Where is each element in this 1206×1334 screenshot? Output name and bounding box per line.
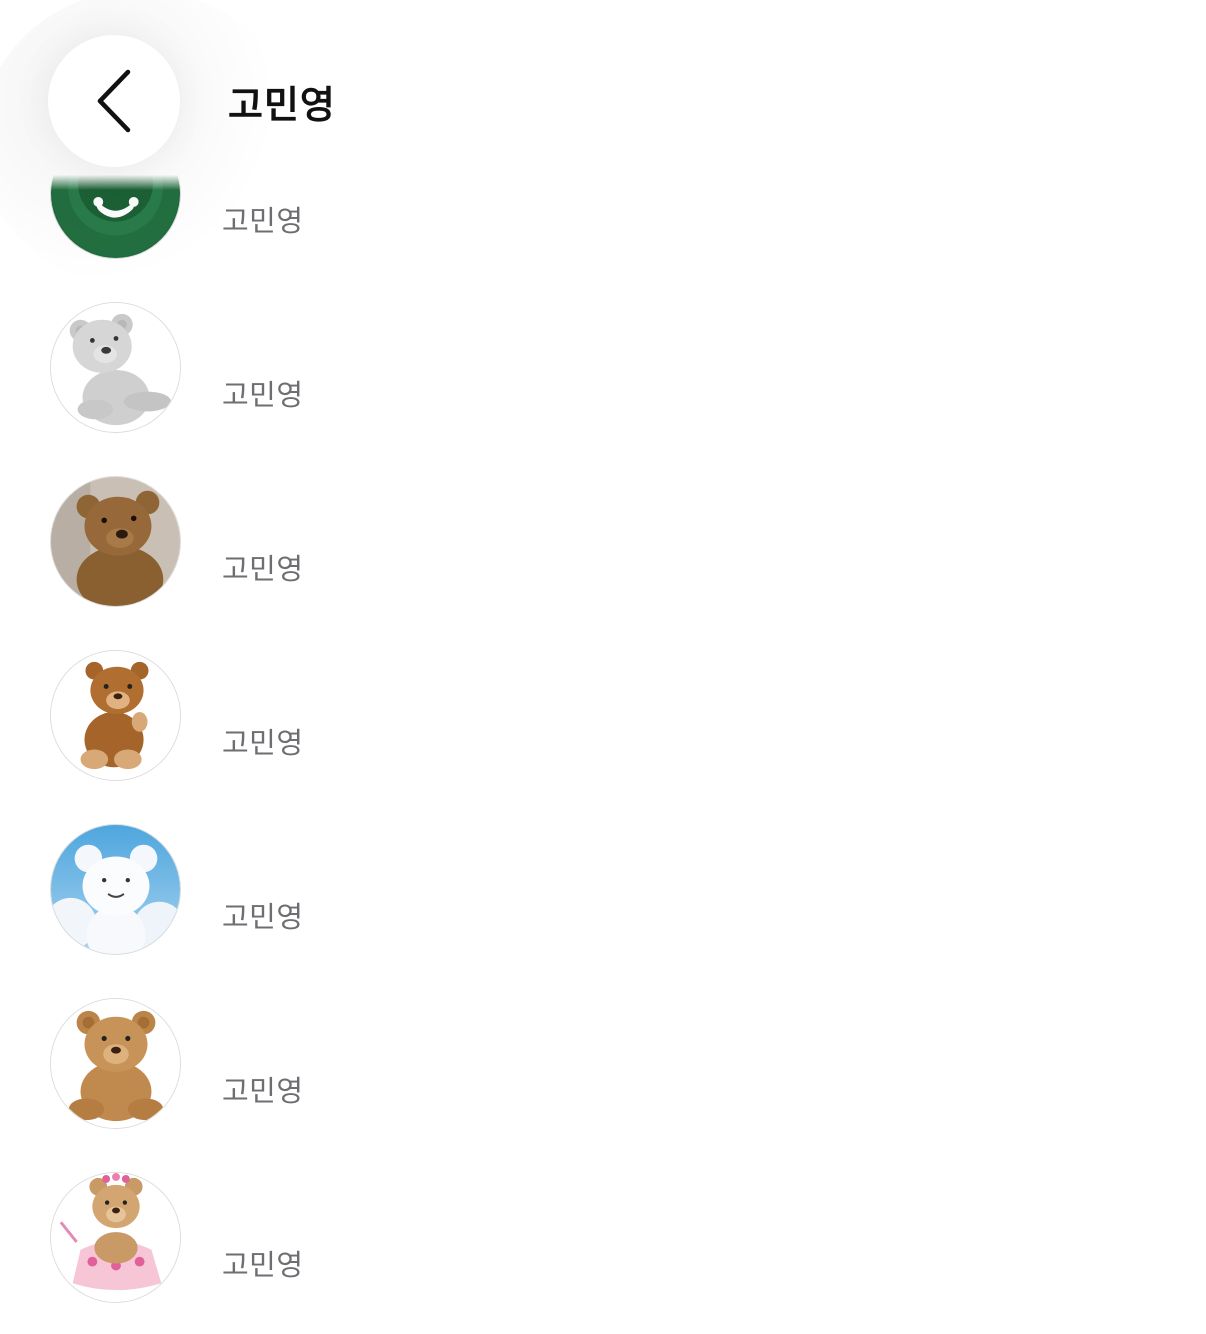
list-item[interactable]: 고민영 — [0, 650, 1206, 824]
tan-teddy-bear-image — [51, 999, 180, 1128]
ballerina-teddy-bear-image — [51, 1173, 180, 1302]
brown-teddy-bear-photo-avatar[interactable] — [50, 476, 181, 607]
list-item[interactable]: 고민영 — [0, 998, 1206, 1172]
gray-teddy-bear-avatar[interactable] — [50, 302, 181, 433]
list-item[interactable]: 고민영 — [0, 476, 1206, 650]
list-item[interactable]: 고민영 — [0, 1172, 1206, 1334]
tan-teddy-bear-avatar[interactable] — [50, 998, 181, 1129]
gray-teddy-bear-image — [51, 303, 180, 432]
page-title: 고민영 — [228, 83, 336, 127]
back-button[interactable] — [48, 35, 180, 167]
list-item[interactable]: 고민영 — [0, 302, 1206, 476]
chevron-left-icon — [97, 69, 131, 133]
list-item[interactable]: 고민영 — [0, 824, 1206, 998]
cloud-bear-image — [51, 825, 180, 954]
ballerina-teddy-bear-avatar[interactable] — [50, 1172, 181, 1303]
brown-teddy-bear-image — [51, 651, 180, 780]
friend-name: 고민영 — [222, 1248, 304, 1282]
friend-name: 고민영 — [222, 204, 304, 238]
cloud-bear-avatar[interactable] — [50, 824, 181, 955]
friend-name: 고민영 — [222, 1074, 304, 1108]
friend-name: 고민영 — [222, 378, 304, 412]
friend-name: 고민영 — [222, 726, 304, 760]
friend-name: 고민영 — [222, 900, 304, 934]
friends-list-screen: 고민영 고민영 고민영 고민영 고민영 고민영 고민영 고민영 — [0, 0, 1206, 1334]
brown-teddy-bear-avatar[interactable] — [50, 650, 181, 781]
app-header: 고민영 — [0, 0, 1206, 290]
brown-teddy-bear-photo-image — [51, 477, 180, 606]
friend-name: 고민영 — [222, 552, 304, 586]
